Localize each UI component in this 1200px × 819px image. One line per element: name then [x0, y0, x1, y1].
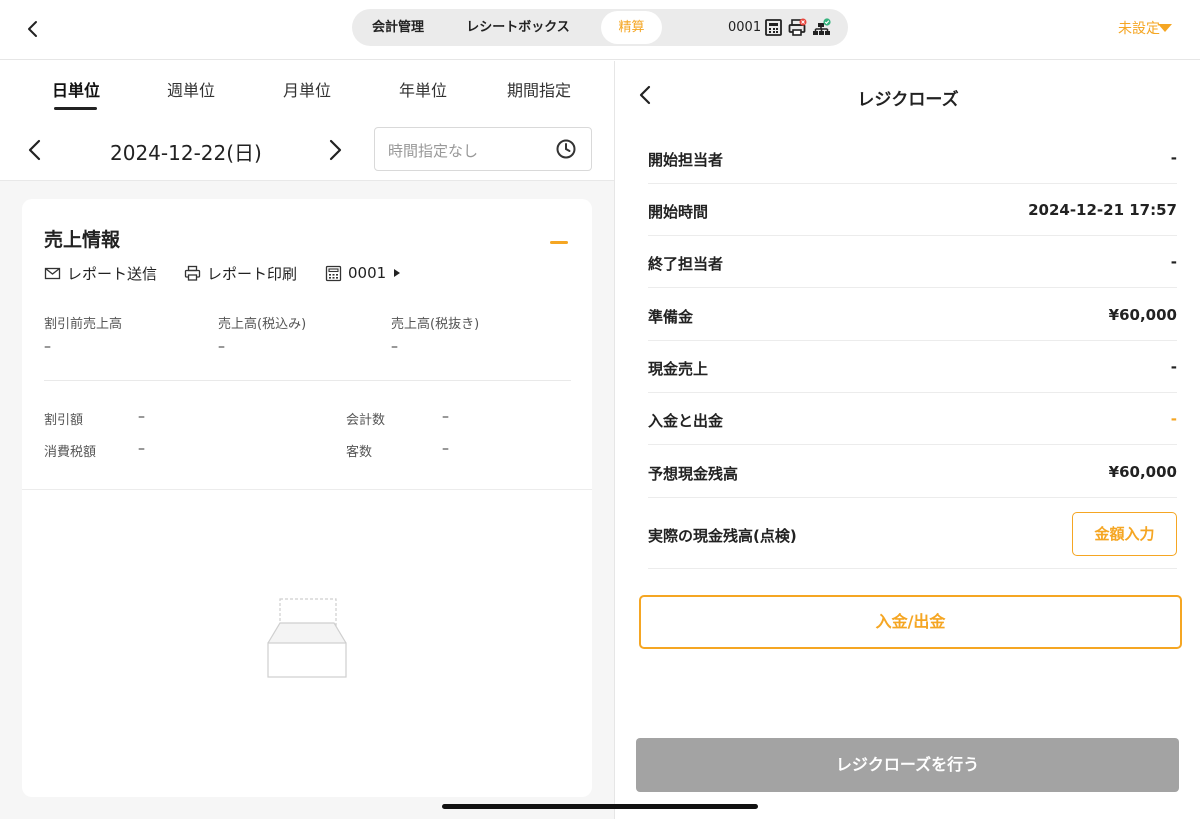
row-label: 終了担当者: [648, 255, 724, 273]
register-close-panel: レジクローズ 開始担当者 - 開始時間 2024-12-21 17:57 終了担…: [614, 61, 1200, 819]
back-arrow-icon[interactable]: [22, 18, 44, 40]
tab-daily[interactable]: 日単位: [52, 77, 100, 101]
stat-value: –: [44, 339, 51, 355]
stat-label: 売上高(税抜き): [391, 317, 480, 332]
panel-title: レジクローズ: [857, 90, 959, 110]
stat-label: 会計数: [346, 413, 386, 428]
row-label: 実際の現金残高(点検): [648, 527, 797, 545]
cash-in-out-button[interactable]: 入金/出金: [639, 595, 1182, 649]
row-value: -: [1170, 358, 1177, 376]
register-id-label: 0001: [348, 264, 387, 282]
send-report-button[interactable]: レポート送信: [44, 262, 157, 284]
stat-value: –: [391, 339, 398, 355]
tab-yearly[interactable]: 年単位: [399, 77, 447, 101]
register-selector[interactable]: 0001: [325, 262, 402, 284]
collapse-icon[interactable]: [550, 241, 568, 244]
tab-custom-period[interactable]: 期間指定: [507, 77, 571, 101]
stat-label: 消費税額: [44, 445, 97, 460]
enter-amount-button[interactable]: 金額入力: [1072, 512, 1177, 556]
stat-value: –: [218, 339, 225, 355]
stat-label: 客数: [346, 445, 373, 460]
register-close-button[interactable]: レジクローズを行う: [636, 738, 1179, 792]
clock-icon: [556, 139, 576, 159]
summary-row: 終了担当者 -: [648, 236, 1177, 288]
store-selector[interactable]: 未設定: [1118, 18, 1160, 38]
row-label: 開始担当者: [648, 151, 724, 169]
mode-segmented-control: 会計管理 レシートボックス 精算 0001: [352, 9, 848, 46]
summary-row: 開始担当者 -: [648, 132, 1177, 184]
stat-value: –: [442, 409, 449, 425]
sales-info-card: 売上情報 レポート送信 レポート印刷 0001 割引前売上高 – 売上高(税込み…: [22, 199, 592, 797]
summary-row: 現金売上 -: [648, 341, 1177, 393]
previous-date-icon[interactable]: [22, 137, 48, 163]
stat-value: –: [138, 441, 145, 457]
network-ok-icon: [813, 18, 831, 35]
summary-row: 実際の現金残高(点検) 金額入力: [648, 498, 1177, 569]
print-report-label: レポート印刷: [207, 264, 298, 283]
segment-accounting[interactable]: 会計管理: [366, 11, 430, 44]
row-label: 予想現金残高: [648, 465, 739, 483]
sales-panel: 日単位 週単位 月単位 年単位 期間指定 2024-12-22(日) 時間指定な…: [0, 61, 614, 819]
stat-value: –: [442, 441, 449, 457]
segment-settlement[interactable]: 精算: [601, 11, 662, 44]
segment-receipt-box[interactable]: レシートボックス: [460, 11, 576, 44]
printer-icon: [184, 265, 201, 281]
row-value: 2024-12-21 17:57: [1028, 201, 1177, 219]
send-report-label: レポート送信: [67, 264, 158, 283]
home-indicator: [442, 804, 758, 809]
current-date: 2024-12-22(日): [110, 141, 262, 165]
row-value: -: [1170, 410, 1177, 428]
card-title: 売上情報: [44, 229, 121, 251]
tab-monthly[interactable]: 月単位: [283, 77, 331, 101]
register-icon: [325, 265, 342, 281]
stat-label: 割引前売上高: [44, 317, 123, 332]
stat-value: –: [138, 409, 145, 425]
device-id: 0001: [728, 20, 762, 35]
tab-weekly[interactable]: 週単位: [167, 77, 215, 101]
row-value: ¥60,000: [1108, 463, 1177, 481]
print-report-button[interactable]: レポート印刷: [184, 262, 297, 284]
row-label: 入金と出金: [648, 412, 724, 430]
summary-row: 開始時間 2024-12-21 17:57: [648, 184, 1177, 236]
next-date-icon[interactable]: [322, 137, 348, 163]
summary-row: 準備金 ¥60,000: [648, 289, 1177, 341]
divider: [44, 380, 571, 381]
row-label: 開始時間: [648, 203, 709, 221]
active-tab-indicator: [54, 107, 97, 110]
row-label: 準備金: [648, 308, 694, 326]
summary-row: 入金と出金 -: [648, 393, 1177, 445]
period-tabs: 日単位 週単位 月単位 年単位 期間指定 2024-12-22(日) 時間指定な…: [0, 61, 614, 181]
empty-box-icon: [267, 598, 347, 678]
time-filter-input[interactable]: 時間指定なし: [374, 127, 592, 171]
top-bar: 会計管理 レシートボックス 精算 0001 未設定: [0, 0, 1200, 60]
stat-label: 割引額: [44, 413, 84, 428]
divider: [22, 489, 592, 490]
register-icon: [765, 19, 782, 36]
printer-error-icon: [788, 18, 807, 36]
mail-icon: [44, 267, 61, 279]
row-value: -: [1170, 149, 1177, 167]
row-label: 現金売上: [648, 360, 709, 378]
time-filter-placeholder: 時間指定なし: [388, 142, 479, 160]
stat-label: 売上高(税込み): [218, 317, 307, 332]
caret-down-icon[interactable]: [1158, 24, 1172, 32]
row-value: -: [1170, 253, 1177, 271]
row-value: ¥60,000: [1108, 306, 1177, 324]
caret-right-icon: [394, 269, 401, 277]
summary-row: 予想現金残高 ¥60,000: [648, 446, 1177, 498]
